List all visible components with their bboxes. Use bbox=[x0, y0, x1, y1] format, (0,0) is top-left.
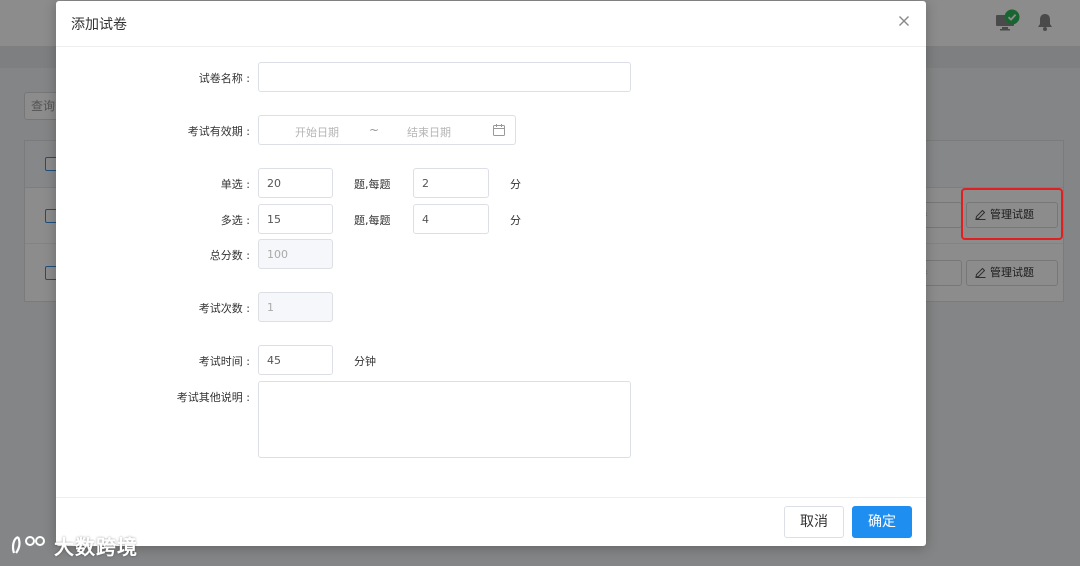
date-range-separator: ~ bbox=[369, 123, 380, 137]
start-date-input[interactable]: 开始日期 bbox=[295, 124, 339, 140]
cancel-button[interactable]: 取消 bbox=[784, 506, 844, 538]
notes-textarea[interactable] bbox=[258, 381, 631, 458]
duration-unit: 分钟 bbox=[354, 355, 376, 368]
single-choice-mid-unit: 题,每题 bbox=[354, 178, 391, 191]
add-exam-dialog: 添加试卷 试卷名称 : 考试有效期 : 开始日期 ~ 结束日期 单选 : 题,每… bbox=[56, 1, 926, 546]
multi-choice-score-input[interactable] bbox=[413, 204, 489, 234]
dialog-header: 添加试卷 bbox=[56, 1, 926, 47]
end-date-input[interactable]: 结束日期 bbox=[407, 124, 451, 140]
validity-label: 考试有效期 : bbox=[187, 125, 250, 138]
multi-choice-unit: 分 bbox=[510, 214, 521, 227]
close-icon[interactable] bbox=[896, 13, 912, 29]
annotation-highlight-box bbox=[961, 188, 1063, 240]
dialog-footer: 取消 确定 bbox=[56, 497, 926, 547]
exam-name-label: 试卷名称 : bbox=[198, 72, 250, 85]
single-choice-score-input[interactable] bbox=[413, 168, 489, 198]
multi-choice-label: 多选 : bbox=[220, 214, 250, 227]
single-choice-label: 单选 : bbox=[220, 178, 250, 191]
confirm-button[interactable]: 确定 bbox=[852, 506, 912, 538]
watermark-logo-icon bbox=[11, 535, 45, 554]
calendar-icon[interactable] bbox=[493, 124, 505, 136]
exam-name-input[interactable] bbox=[258, 62, 631, 92]
duration-label: 考试时间 : bbox=[198, 355, 250, 368]
attempts-label: 考试次数 : bbox=[198, 302, 250, 315]
duration-input[interactable] bbox=[258, 345, 333, 375]
attempts-input bbox=[258, 292, 333, 322]
total-score-input bbox=[258, 239, 333, 269]
multi-choice-count-input[interactable] bbox=[258, 204, 333, 234]
watermark: 大数跨境 bbox=[10, 532, 138, 559]
dialog-title: 添加试卷 bbox=[71, 17, 127, 33]
notes-label: 考试其他说明 : bbox=[176, 391, 250, 404]
single-choice-count-input[interactable] bbox=[258, 168, 333, 198]
single-choice-unit: 分 bbox=[510, 178, 521, 191]
date-range-picker[interactable]: 开始日期 ~ 结束日期 bbox=[258, 115, 516, 145]
multi-choice-mid-unit: 题,每题 bbox=[354, 214, 391, 227]
total-score-label: 总分数 : bbox=[209, 249, 250, 262]
watermark-text: 大数跨境 bbox=[54, 534, 138, 559]
